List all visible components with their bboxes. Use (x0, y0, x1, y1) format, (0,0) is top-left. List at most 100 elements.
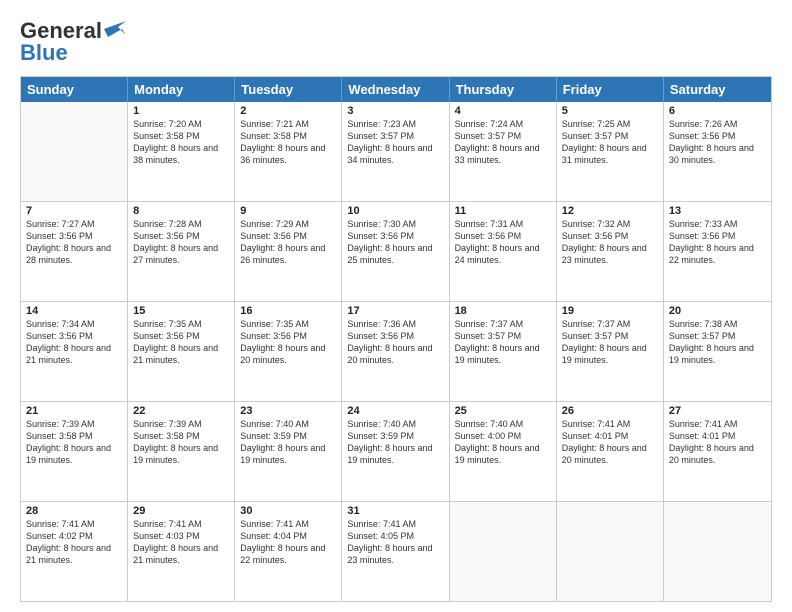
calendar-cell: 11Sunrise: 7:31 AM Sunset: 3:56 PM Dayli… (450, 202, 557, 301)
day-of-week-friday: Friday (557, 77, 664, 102)
day-of-week-sunday: Sunday (21, 77, 128, 102)
day-number: 28 (26, 505, 122, 517)
day-number: 14 (26, 305, 122, 317)
cell-info: Sunrise: 7:23 AM Sunset: 3:57 PM Dayligh… (347, 118, 443, 167)
calendar-cell: 31Sunrise: 7:41 AM Sunset: 4:05 PM Dayli… (342, 502, 449, 601)
day-number: 2 (240, 105, 336, 117)
day-number: 24 (347, 405, 443, 417)
day-number: 19 (562, 305, 658, 317)
day-of-week-thursday: Thursday (450, 77, 557, 102)
day-number: 29 (133, 505, 229, 517)
day-number: 10 (347, 205, 443, 217)
cell-info: Sunrise: 7:28 AM Sunset: 3:56 PM Dayligh… (133, 218, 229, 267)
calendar-cell: 21Sunrise: 7:39 AM Sunset: 3:58 PM Dayli… (21, 402, 128, 501)
cell-info: Sunrise: 7:33 AM Sunset: 3:56 PM Dayligh… (669, 218, 766, 267)
calendar-cell: 27Sunrise: 7:41 AM Sunset: 4:01 PM Dayli… (664, 402, 771, 501)
day-number: 16 (240, 305, 336, 317)
day-of-week-tuesday: Tuesday (235, 77, 342, 102)
cell-info: Sunrise: 7:40 AM Sunset: 4:00 PM Dayligh… (455, 418, 551, 467)
day-number: 3 (347, 105, 443, 117)
calendar-cell: 10Sunrise: 7:30 AM Sunset: 3:56 PM Dayli… (342, 202, 449, 301)
calendar-cell (21, 102, 128, 201)
cell-info: Sunrise: 7:29 AM Sunset: 3:56 PM Dayligh… (240, 218, 336, 267)
cell-info: Sunrise: 7:41 AM Sunset: 4:01 PM Dayligh… (562, 418, 658, 467)
cell-info: Sunrise: 7:41 AM Sunset: 4:04 PM Dayligh… (240, 518, 336, 567)
calendar-cell (450, 502, 557, 601)
calendar-cell: 1Sunrise: 7:20 AM Sunset: 3:58 PM Daylig… (128, 102, 235, 201)
day-number: 15 (133, 305, 229, 317)
cell-info: Sunrise: 7:40 AM Sunset: 3:59 PM Dayligh… (240, 418, 336, 467)
calendar-body: 1Sunrise: 7:20 AM Sunset: 3:58 PM Daylig… (21, 102, 771, 601)
cell-info: Sunrise: 7:37 AM Sunset: 3:57 PM Dayligh… (455, 318, 551, 367)
cell-info: Sunrise: 7:38 AM Sunset: 3:57 PM Dayligh… (669, 318, 766, 367)
day-number: 4 (455, 105, 551, 117)
cell-info: Sunrise: 7:41 AM Sunset: 4:05 PM Dayligh… (347, 518, 443, 567)
cell-info: Sunrise: 7:27 AM Sunset: 3:56 PM Dayligh… (26, 218, 122, 267)
day-number: 30 (240, 505, 336, 517)
calendar-cell: 13Sunrise: 7:33 AM Sunset: 3:56 PM Dayli… (664, 202, 771, 301)
calendar-row-5: 28Sunrise: 7:41 AM Sunset: 4:02 PM Dayli… (21, 501, 771, 601)
calendar-cell: 25Sunrise: 7:40 AM Sunset: 4:00 PM Dayli… (450, 402, 557, 501)
calendar-row-2: 7Sunrise: 7:27 AM Sunset: 3:56 PM Daylig… (21, 201, 771, 301)
cell-info: Sunrise: 7:37 AM Sunset: 3:57 PM Dayligh… (562, 318, 658, 367)
calendar-cell: 22Sunrise: 7:39 AM Sunset: 3:58 PM Dayli… (128, 402, 235, 501)
calendar-cell: 6Sunrise: 7:26 AM Sunset: 3:56 PM Daylig… (664, 102, 771, 201)
calendar-cell: 28Sunrise: 7:41 AM Sunset: 4:02 PM Dayli… (21, 502, 128, 601)
cell-info: Sunrise: 7:26 AM Sunset: 3:56 PM Dayligh… (669, 118, 766, 167)
calendar-cell: 16Sunrise: 7:35 AM Sunset: 3:56 PM Dayli… (235, 302, 342, 401)
day-number: 5 (562, 105, 658, 117)
calendar-row-4: 21Sunrise: 7:39 AM Sunset: 3:58 PM Dayli… (21, 401, 771, 501)
cell-info: Sunrise: 7:41 AM Sunset: 4:01 PM Dayligh… (669, 418, 766, 467)
day-number: 21 (26, 405, 122, 417)
calendar-cell (664, 502, 771, 601)
calendar-cell: 12Sunrise: 7:32 AM Sunset: 3:56 PM Dayli… (557, 202, 664, 301)
calendar: SundayMondayTuesdayWednesdayThursdayFrid… (20, 76, 772, 602)
day-of-week-wednesday: Wednesday (342, 77, 449, 102)
calendar-cell: 7Sunrise: 7:27 AM Sunset: 3:56 PM Daylig… (21, 202, 128, 301)
calendar-cell: 3Sunrise: 7:23 AM Sunset: 3:57 PM Daylig… (342, 102, 449, 201)
cell-info: Sunrise: 7:32 AM Sunset: 3:56 PM Dayligh… (562, 218, 658, 267)
calendar-cell: 30Sunrise: 7:41 AM Sunset: 4:04 PM Dayli… (235, 502, 342, 601)
cell-info: Sunrise: 7:20 AM Sunset: 3:58 PM Dayligh… (133, 118, 229, 167)
calendar-cell: 20Sunrise: 7:38 AM Sunset: 3:57 PM Dayli… (664, 302, 771, 401)
day-number: 26 (562, 405, 658, 417)
day-number: 9 (240, 205, 336, 217)
calendar-cell: 2Sunrise: 7:21 AM Sunset: 3:58 PM Daylig… (235, 102, 342, 201)
day-number: 13 (669, 205, 766, 217)
cell-info: Sunrise: 7:39 AM Sunset: 3:58 PM Dayligh… (133, 418, 229, 467)
calendar-cell: 29Sunrise: 7:41 AM Sunset: 4:03 PM Dayli… (128, 502, 235, 601)
logo: General Blue (20, 18, 126, 66)
calendar-cell: 17Sunrise: 7:36 AM Sunset: 3:56 PM Dayli… (342, 302, 449, 401)
cell-info: Sunrise: 7:39 AM Sunset: 3:58 PM Dayligh… (26, 418, 122, 467)
cell-info: Sunrise: 7:25 AM Sunset: 3:57 PM Dayligh… (562, 118, 658, 167)
cell-info: Sunrise: 7:31 AM Sunset: 3:56 PM Dayligh… (455, 218, 551, 267)
header: General Blue (20, 18, 772, 66)
calendar-cell: 24Sunrise: 7:40 AM Sunset: 3:59 PM Dayli… (342, 402, 449, 501)
cell-info: Sunrise: 7:35 AM Sunset: 3:56 PM Dayligh… (240, 318, 336, 367)
logo-blue-text: Blue (20, 40, 68, 66)
calendar-cell (557, 502, 664, 601)
calendar-row-3: 14Sunrise: 7:34 AM Sunset: 3:56 PM Dayli… (21, 301, 771, 401)
day-number: 18 (455, 305, 551, 317)
logo-icon (104, 19, 126, 41)
cell-info: Sunrise: 7:21 AM Sunset: 3:58 PM Dayligh… (240, 118, 336, 167)
calendar-cell: 26Sunrise: 7:41 AM Sunset: 4:01 PM Dayli… (557, 402, 664, 501)
day-number: 17 (347, 305, 443, 317)
day-number: 20 (669, 305, 766, 317)
day-number: 12 (562, 205, 658, 217)
day-number: 25 (455, 405, 551, 417)
cell-info: Sunrise: 7:40 AM Sunset: 3:59 PM Dayligh… (347, 418, 443, 467)
day-number: 23 (240, 405, 336, 417)
day-number: 31 (347, 505, 443, 517)
calendar-cell: 4Sunrise: 7:24 AM Sunset: 3:57 PM Daylig… (450, 102, 557, 201)
calendar-header: SundayMondayTuesdayWednesdayThursdayFrid… (21, 77, 771, 102)
day-of-week-saturday: Saturday (664, 77, 771, 102)
cell-info: Sunrise: 7:41 AM Sunset: 4:03 PM Dayligh… (133, 518, 229, 567)
day-number: 7 (26, 205, 122, 217)
calendar-cell: 18Sunrise: 7:37 AM Sunset: 3:57 PM Dayli… (450, 302, 557, 401)
calendar-cell: 9Sunrise: 7:29 AM Sunset: 3:56 PM Daylig… (235, 202, 342, 301)
cell-info: Sunrise: 7:41 AM Sunset: 4:02 PM Dayligh… (26, 518, 122, 567)
cell-info: Sunrise: 7:36 AM Sunset: 3:56 PM Dayligh… (347, 318, 443, 367)
day-number: 11 (455, 205, 551, 217)
calendar-cell: 23Sunrise: 7:40 AM Sunset: 3:59 PM Dayli… (235, 402, 342, 501)
